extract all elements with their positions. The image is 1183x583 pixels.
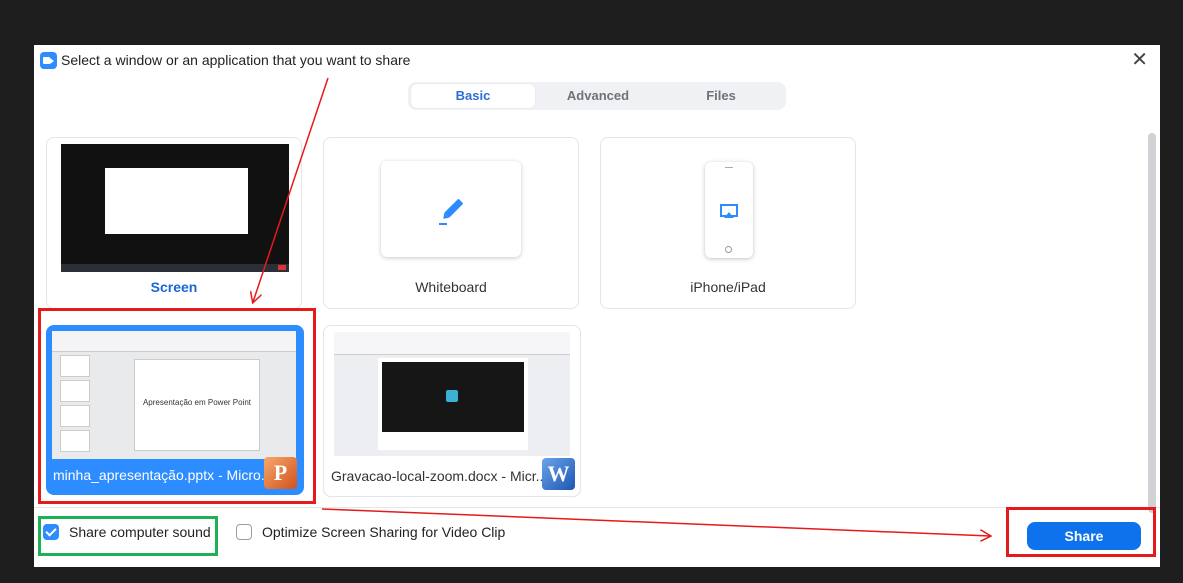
dialog-title: Select a window or an application that y… [61,52,411,68]
pen-icon [439,199,463,225]
tile-label-whiteboard: Whiteboard [415,279,487,295]
share-tile-iphone[interactable]: iPhone/iPad [600,137,856,309]
screen-thumbnail [61,144,289,272]
share-tile-word[interactable]: Gravacao-local-zoom.docx - Micr... W [323,325,581,497]
tab-files[interactable]: Files [659,84,783,108]
annotation-red-box-share [1006,507,1156,557]
tab-bar: Basic Advanced Files [408,82,786,110]
tab-advanced[interactable]: Advanced [536,84,660,108]
optimize-video-option[interactable]: Optimize Screen Sharing for Video Clip [236,524,505,540]
annotation-red-box-powerpoint [38,308,316,504]
share-tile-whiteboard[interactable]: Whiteboard [323,137,579,309]
share-screen-dialog: Select a window or an application that y… [34,45,1160,567]
word-icon: W [542,458,575,490]
optimize-video-checkbox[interactable] [236,524,252,540]
annotation-green-box [38,516,218,556]
close-icon[interactable]: ✕ [1131,48,1148,72]
whiteboard-card [381,161,521,257]
tile-label-screen: Screen [150,279,198,295]
footer-divider [34,507,1160,508]
tile-label-iphone: iPhone/iPad [690,279,766,295]
word-thumbnail [334,332,570,456]
optimize-video-label: Optimize Screen Sharing for Video Clip [262,524,506,540]
vertical-scrollbar[interactable] [1148,133,1156,513]
phone-graphic [705,162,753,258]
zoom-camera-icon [40,52,57,69]
airplay-icon [720,204,738,218]
share-tile-screen[interactable]: Screen [46,137,302,309]
title-bar: Select a window or an application that y… [34,45,1160,75]
tab-basic[interactable]: Basic [411,84,535,108]
